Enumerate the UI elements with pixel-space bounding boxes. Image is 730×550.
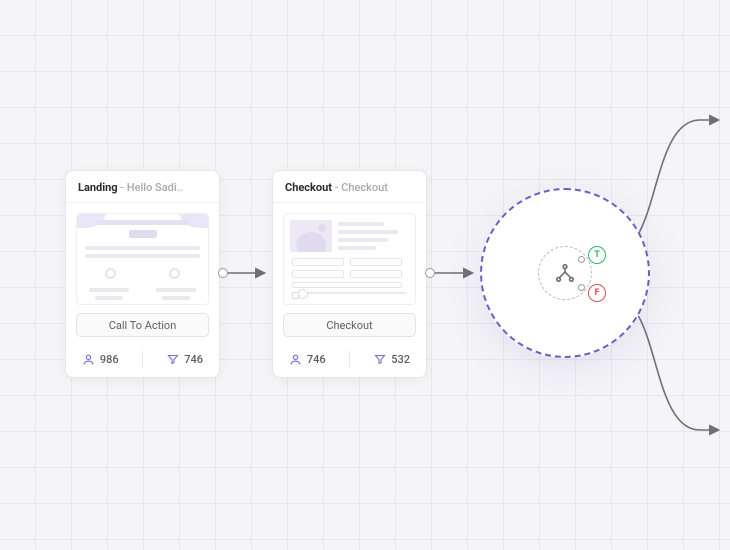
node-title-suffix: Hello Sadi.. [127, 181, 183, 194]
node-title-prefix: Checkout [285, 181, 332, 194]
users-icon [82, 353, 95, 366]
branch-port-true[interactable] [578, 256, 585, 263]
stat-filter-value: 532 [391, 353, 410, 366]
stat-users: 746 [289, 353, 326, 366]
stat-filter: 746 [167, 353, 203, 366]
node-title-suffix: Checkout [341, 181, 388, 194]
page-preview [283, 213, 416, 305]
stat-filter: 532 [374, 353, 410, 366]
node-title: Checkout - Checkout [273, 171, 426, 203]
branch-false-badge: F [588, 284, 606, 302]
output-port[interactable] [425, 268, 435, 278]
flow-node-checkout[interactable]: Checkout - Checkout Checkout 746 [272, 170, 427, 378]
branch-port-false[interactable] [578, 284, 585, 291]
flow-node-landing[interactable]: Landing - Hello Sadi.. Call To Action 98… [65, 170, 220, 378]
node-stats: 746 532 [273, 345, 426, 377]
stat-users: 986 [82, 353, 119, 366]
stat-users-value: 986 [100, 353, 119, 366]
stat-divider [349, 351, 350, 367]
node-title: Landing - Hello Sadi.. [66, 171, 219, 203]
node-action-button[interactable]: Call To Action [76, 313, 209, 337]
filter-icon [374, 353, 386, 365]
decision-inner [538, 246, 592, 300]
node-title-prefix: Landing [78, 181, 118, 194]
users-icon [289, 353, 302, 366]
node-stats: 986 746 [66, 345, 219, 377]
stat-users-value: 746 [307, 353, 326, 366]
stat-filter-value: 746 [184, 353, 203, 366]
node-action-button[interactable]: Checkout [283, 313, 416, 337]
output-port[interactable] [218, 268, 228, 278]
stat-divider [142, 351, 143, 367]
filter-icon [167, 353, 179, 365]
branch-true-badge: T [588, 246, 606, 264]
page-preview [76, 213, 209, 305]
decision-node[interactable]: T F [480, 188, 650, 358]
branch-icon [554, 262, 576, 284]
